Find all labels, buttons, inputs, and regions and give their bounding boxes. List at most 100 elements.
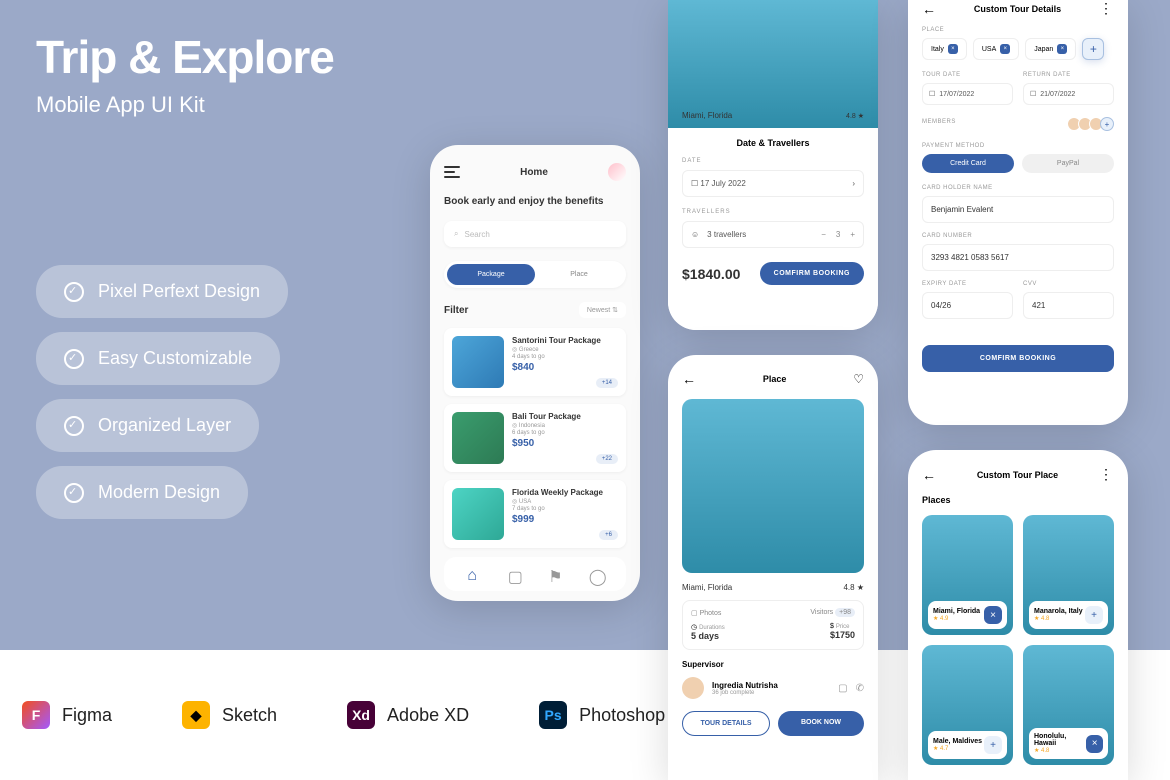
- card-number-input[interactable]: 3293 4821 0583 5617: [922, 244, 1114, 271]
- date-label: DATE: [682, 158, 864, 164]
- bottom-nav: ⌂ ▢ ⚑ ◯: [444, 557, 626, 591]
- place-card[interactable]: Honolulu, Hawaii★ 4.8×: [1023, 645, 1114, 765]
- screen-custom-tour-place: ← Custom Tour Place ⋮ Places Miami, Flor…: [908, 450, 1128, 780]
- check-icon: [64, 416, 84, 436]
- place-card[interactable]: Manarola, Italy★ 4.8+: [1023, 515, 1114, 635]
- book-now-button[interactable]: BOOK NOW: [778, 711, 864, 736]
- travellers-label: TRAVELLERS: [682, 209, 864, 215]
- add-place-button[interactable]: +: [984, 736, 1002, 754]
- tab-credit-card[interactable]: Credit Card: [922, 154, 1014, 173]
- card-price: $999: [512, 514, 618, 525]
- package-card[interactable]: Santorini Tour Package ◎ Greece 4 days t…: [444, 328, 626, 396]
- card-title: Santorini Tour Package: [512, 336, 618, 345]
- plus-button[interactable]: +: [850, 230, 855, 239]
- remove-icon[interactable]: ×: [1000, 44, 1010, 54]
- sort-button[interactable]: Newest ⇅: [579, 302, 626, 318]
- tour-details-button[interactable]: TOUR DETAILS: [682, 711, 770, 736]
- tagline: Book early and enjoy the benefits: [444, 195, 626, 209]
- pill: Modern Design: [36, 466, 248, 519]
- tool-figma: FFigma: [22, 701, 112, 729]
- page-title: Home: [520, 167, 548, 178]
- remove-place-button[interactable]: ×: [1086, 735, 1103, 753]
- tool-xd: XdAdobe XD: [347, 701, 469, 729]
- package-card[interactable]: Florida Weekly Package ◎ USA 7 days to g…: [444, 480, 626, 548]
- supervisor-avatar: [682, 677, 704, 699]
- pill: Organized Layer: [36, 399, 259, 452]
- page-title: Custom Tour Details: [974, 4, 1061, 14]
- profile-icon[interactable]: ◯: [589, 567, 603, 581]
- add-member-button[interactable]: +: [1100, 117, 1114, 131]
- more-icon[interactable]: ⋮: [1099, 0, 1114, 17]
- minus-button[interactable]: −: [821, 230, 826, 239]
- place-chip: Italy×: [922, 38, 967, 60]
- remove-icon[interactable]: ×: [948, 44, 958, 54]
- price: $1840.00: [682, 266, 740, 282]
- place-label: PLACE: [922, 27, 1114, 33]
- hero-image: Miami, Florida 4.8 ★: [668, 0, 878, 128]
- confirm-booking-button[interactable]: COMFIRM BOOKING: [922, 345, 1114, 372]
- card-location: ◎ Greece: [512, 346, 618, 353]
- call-icon[interactable]: ✆: [856, 683, 864, 694]
- confirm-booking-button[interactable]: COMFIRM BOOKING: [760, 262, 864, 285]
- rating: 4.8 ★: [846, 112, 864, 120]
- more-icon[interactable]: ⋮: [1099, 466, 1114, 483]
- tour-date-label: TOUR DATE: [922, 72, 1013, 78]
- visitors-badge: +6: [599, 530, 618, 540]
- pill-label: Pixel Perfext Design: [98, 281, 260, 302]
- cvv-label: CVV: [1023, 281, 1114, 287]
- pill-label: Easy Customizable: [98, 348, 252, 369]
- rating: 4.8 ★: [843, 583, 864, 592]
- tab-paypal[interactable]: PayPal: [1022, 154, 1114, 173]
- place-image: [682, 399, 864, 573]
- clock-icon: ◷: [691, 624, 697, 631]
- place-card[interactable]: Male, Maldives★ 4.7+: [922, 645, 1013, 765]
- chevron-right-icon: ›: [852, 179, 855, 188]
- tool-sketch: ◆Sketch: [182, 701, 277, 729]
- return-date-input[interactable]: ☐ 21/07/2022: [1023, 83, 1114, 105]
- cardholder-input[interactable]: Benjamin Evalent: [922, 196, 1114, 223]
- travellers-input: ☺3 travellers −3+: [682, 221, 864, 248]
- places-label: Places: [922, 495, 1114, 505]
- hero: Trip & Explore Mobile App UI Kit: [36, 30, 334, 118]
- remove-place-button[interactable]: ×: [984, 606, 1002, 624]
- heart-icon[interactable]: ♡: [853, 372, 864, 386]
- search-input[interactable]: ⌕Search: [444, 221, 626, 247]
- tab-package[interactable]: Package: [447, 264, 535, 285]
- location-label: Miami, Florida: [682, 111, 732, 120]
- card-days: 4 days to go: [512, 354, 618, 360]
- place-card[interactable]: Miami, Florida★ 4.9×: [922, 515, 1013, 635]
- tour-date-input[interactable]: ☐ 17/07/2022: [922, 83, 1013, 105]
- expiry-label: EXPIRY DATE: [922, 281, 1013, 287]
- bookmark-icon[interactable]: ⚑: [548, 567, 562, 581]
- filter-label: Filter: [444, 305, 468, 316]
- sketch-icon: ◆: [182, 701, 210, 729]
- search-icon: ⌕: [454, 229, 458, 239]
- chat-icon[interactable]: ▢: [838, 683, 847, 694]
- card-price: $950: [512, 438, 618, 449]
- tab-place[interactable]: Place: [535, 264, 623, 285]
- back-icon[interactable]: ←: [682, 371, 696, 387]
- remove-icon[interactable]: ×: [1057, 44, 1067, 54]
- avatar[interactable]: [608, 163, 626, 181]
- chat-icon[interactable]: ▢: [508, 567, 522, 581]
- check-icon: [64, 483, 84, 503]
- add-place-button[interactable]: +: [1082, 38, 1104, 60]
- date-input[interactable]: ☐ 17 July 2022›: [682, 170, 864, 197]
- visitors-badge: +98: [835, 608, 855, 617]
- feature-pills: Pixel Perfext Design Easy Customizable O…: [36, 265, 288, 533]
- photos-label: Photos: [700, 610, 722, 617]
- home-icon[interactable]: ⌂: [467, 567, 481, 581]
- pill: Pixel Perfext Design: [36, 265, 288, 318]
- pill-label: Modern Design: [98, 482, 220, 503]
- back-icon[interactable]: ←: [922, 467, 936, 483]
- ps-icon: Ps: [539, 701, 567, 729]
- expiry-input[interactable]: 04/26: [922, 292, 1013, 319]
- package-card[interactable]: Bali Tour Package ◎ Indonesia 6 days to …: [444, 404, 626, 472]
- add-place-button[interactable]: +: [1085, 606, 1103, 624]
- screen-home: Home Book early and enjoy the benefits ⌕…: [430, 145, 640, 601]
- supervisor-label: Supervisor: [682, 660, 864, 669]
- menu-icon[interactable]: [444, 166, 460, 178]
- cvv-input[interactable]: 421: [1023, 292, 1114, 319]
- back-icon[interactable]: ←: [922, 1, 936, 17]
- member-avatars: +: [1070, 117, 1114, 131]
